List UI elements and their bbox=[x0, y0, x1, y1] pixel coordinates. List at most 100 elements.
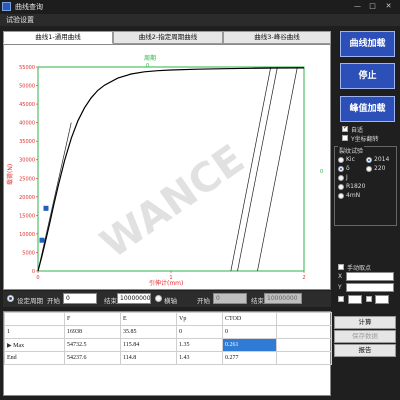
start-field[interactable]: 0 bbox=[63, 293, 97, 304]
menu-bar: 试验设置 bbox=[0, 14, 400, 26]
table-cell: 35.85 bbox=[120, 325, 177, 339]
table-cell: 1 bbox=[4, 325, 65, 339]
menu-test-settings[interactable]: 试验设置 bbox=[6, 15, 34, 25]
minimize-button[interactable]: — bbox=[352, 2, 363, 11]
x-axis-label: 引伸计(mm) bbox=[149, 279, 183, 287]
small-field-1[interactable] bbox=[348, 295, 362, 304]
header-cell bbox=[4, 312, 65, 326]
window-title: 曲线查询 bbox=[15, 3, 43, 11]
tab-general-curve[interactable]: 曲线1-通用曲线 bbox=[3, 31, 113, 44]
maximize-button[interactable]: □ bbox=[367, 2, 378, 11]
flip-y-checkbox[interactable] bbox=[342, 135, 348, 141]
y-tick-label: 45000 bbox=[19, 102, 35, 108]
selected-cell[interactable]: 0.261 bbox=[222, 338, 277, 352]
table-cell: 0 bbox=[222, 325, 277, 339]
table-header-row: F E Vp CTOD bbox=[4, 312, 332, 326]
watermark: WANCE bbox=[93, 136, 253, 267]
y-tick-label: 55000 bbox=[19, 65, 35, 71]
header-cell: E bbox=[120, 312, 177, 326]
results-panel: F E Vp CTOD 1 16938 35.85 0 0 ▶ Max 5473… bbox=[3, 311, 332, 396]
chart-area: WANCE 0 5000 10000 15000 20000 25000 30000 3500… bbox=[3, 44, 331, 290]
x-field[interactable] bbox=[346, 272, 394, 281]
manual-pick-checkbox[interactable] bbox=[338, 264, 344, 270]
calc-button[interactable]: 计算 bbox=[334, 316, 396, 329]
radio-delta[interactable] bbox=[338, 166, 344, 172]
table-cell: End bbox=[4, 351, 65, 365]
load-curve-button[interactable]: 曲线加载 bbox=[340, 31, 395, 57]
table-cell: 115.84 bbox=[120, 338, 177, 352]
x-label: X bbox=[338, 273, 343, 280]
header-cell: F bbox=[64, 312, 121, 326]
radio-delta-label: δ bbox=[346, 165, 350, 172]
end-field[interactable]: 10000000 bbox=[117, 293, 151, 304]
option-checkbox-2[interactable] bbox=[366, 296, 372, 302]
guide-line bbox=[257, 66, 298, 272]
table-cell: ▶ Max bbox=[4, 338, 65, 352]
header-cell: Vp bbox=[176, 312, 223, 326]
radio-j[interactable] bbox=[338, 175, 344, 181]
period-label: 设定周期 bbox=[17, 297, 43, 305]
table-row[interactable]: ▶ Max 54732.5 115.84 1.35 0.261 bbox=[4, 338, 332, 352]
radio-220-label: 220 bbox=[374, 165, 386, 172]
stop-button[interactable]: 停止 bbox=[340, 63, 395, 89]
title-bar: 曲线查询 — □ ✕ bbox=[0, 0, 400, 14]
load-extension-chart[interactable]: WANCE 0 5000 10000 15000 20000 25000 30000 3500… bbox=[4, 45, 330, 289]
table-row[interactable]: End 54237.6 114.8 1.43 0.277 bbox=[4, 351, 332, 365]
radio-j-label: J bbox=[346, 174, 348, 181]
range-params-bar: 设定周期 开始 0 结束 10000000 横轴 开始 0 结束 1000000… bbox=[3, 291, 331, 307]
option-checkbox-1[interactable] bbox=[338, 296, 344, 302]
table-cell: 0.277 bbox=[222, 351, 277, 365]
x-tick-label: 2 bbox=[302, 275, 305, 281]
plot-frame bbox=[37, 66, 305, 272]
header-cell: CTOD bbox=[222, 312, 277, 326]
manual-pick-label: 手动取点 bbox=[347, 265, 372, 272]
tab-peak-curve[interactable]: 曲线3-峰谷曲线 bbox=[223, 31, 331, 44]
table-cell: 1.35 bbox=[176, 338, 223, 352]
y-axis-label: 载荷(N) bbox=[6, 164, 14, 185]
radio-kic-label: Kic bbox=[346, 156, 355, 163]
y-tick-label: 35000 bbox=[19, 139, 35, 145]
end2-field[interactable]: 10000000 bbox=[264, 293, 302, 304]
radio-4mn-label: 4mN bbox=[346, 192, 361, 199]
save-data-button[interactable]: 保存数据 bbox=[334, 330, 396, 343]
results-table: F E Vp CTOD 1 16938 35.85 0 0 ▶ Max 5473… bbox=[4, 312, 332, 365]
autoscale-checkbox[interactable] bbox=[342, 124, 348, 132]
app-icon bbox=[2, 2, 11, 11]
table-cell: 54237.6 bbox=[64, 351, 121, 365]
start2-field[interactable]: 0 bbox=[213, 293, 247, 304]
radio-2014[interactable] bbox=[366, 157, 372, 163]
tab-period-curve[interactable]: 曲线2-指定周期曲线 bbox=[113, 31, 223, 44]
y-field[interactable] bbox=[346, 283, 394, 292]
radio-220[interactable] bbox=[366, 166, 372, 172]
guide-line bbox=[37, 122, 72, 272]
radio-r1820[interactable] bbox=[338, 184, 344, 190]
y-tick-label: 30000 bbox=[19, 158, 35, 164]
y-tick-label: 15000 bbox=[19, 213, 35, 219]
small-field-2[interactable] bbox=[375, 295, 389, 304]
table-cell: 1.43 bbox=[176, 351, 223, 365]
x-tick-label: 0 bbox=[36, 275, 39, 281]
table-cell bbox=[276, 338, 332, 352]
table-cell: 54732.5 bbox=[64, 338, 121, 352]
data-marker bbox=[39, 237, 45, 243]
close-button[interactable]: ✕ bbox=[383, 2, 394, 11]
peak-load-button[interactable]: 峰值加载 bbox=[340, 96, 395, 122]
y-tick-label: 10000 bbox=[19, 232, 35, 238]
load-curve-line bbox=[37, 67, 305, 272]
period-radio[interactable] bbox=[7, 295, 14, 302]
table-cell: 0 bbox=[176, 325, 223, 339]
report-button[interactable]: 报告 bbox=[334, 344, 396, 357]
radio-4mn[interactable] bbox=[338, 193, 344, 199]
axis-radio[interactable] bbox=[155, 295, 162, 302]
y-tick-label: 20000 bbox=[19, 195, 35, 201]
y-tick-label: 0 bbox=[32, 269, 35, 275]
flip-y-label: Y坐标翻转 bbox=[351, 136, 379, 143]
header-cell bbox=[276, 312, 332, 326]
chart-title: 周期 bbox=[144, 54, 156, 62]
table-cell bbox=[276, 325, 332, 339]
radio-kic[interactable] bbox=[338, 157, 344, 163]
curve-tabs: 曲线1-通用曲线 曲线2-指定周期曲线 曲线3-峰谷曲线 bbox=[3, 31, 331, 44]
table-row[interactable]: 1 16938 35.85 0 0 bbox=[4, 325, 332, 339]
y-tick-label: 50000 bbox=[19, 84, 35, 90]
autoscale-label: 自适 bbox=[351, 127, 364, 134]
